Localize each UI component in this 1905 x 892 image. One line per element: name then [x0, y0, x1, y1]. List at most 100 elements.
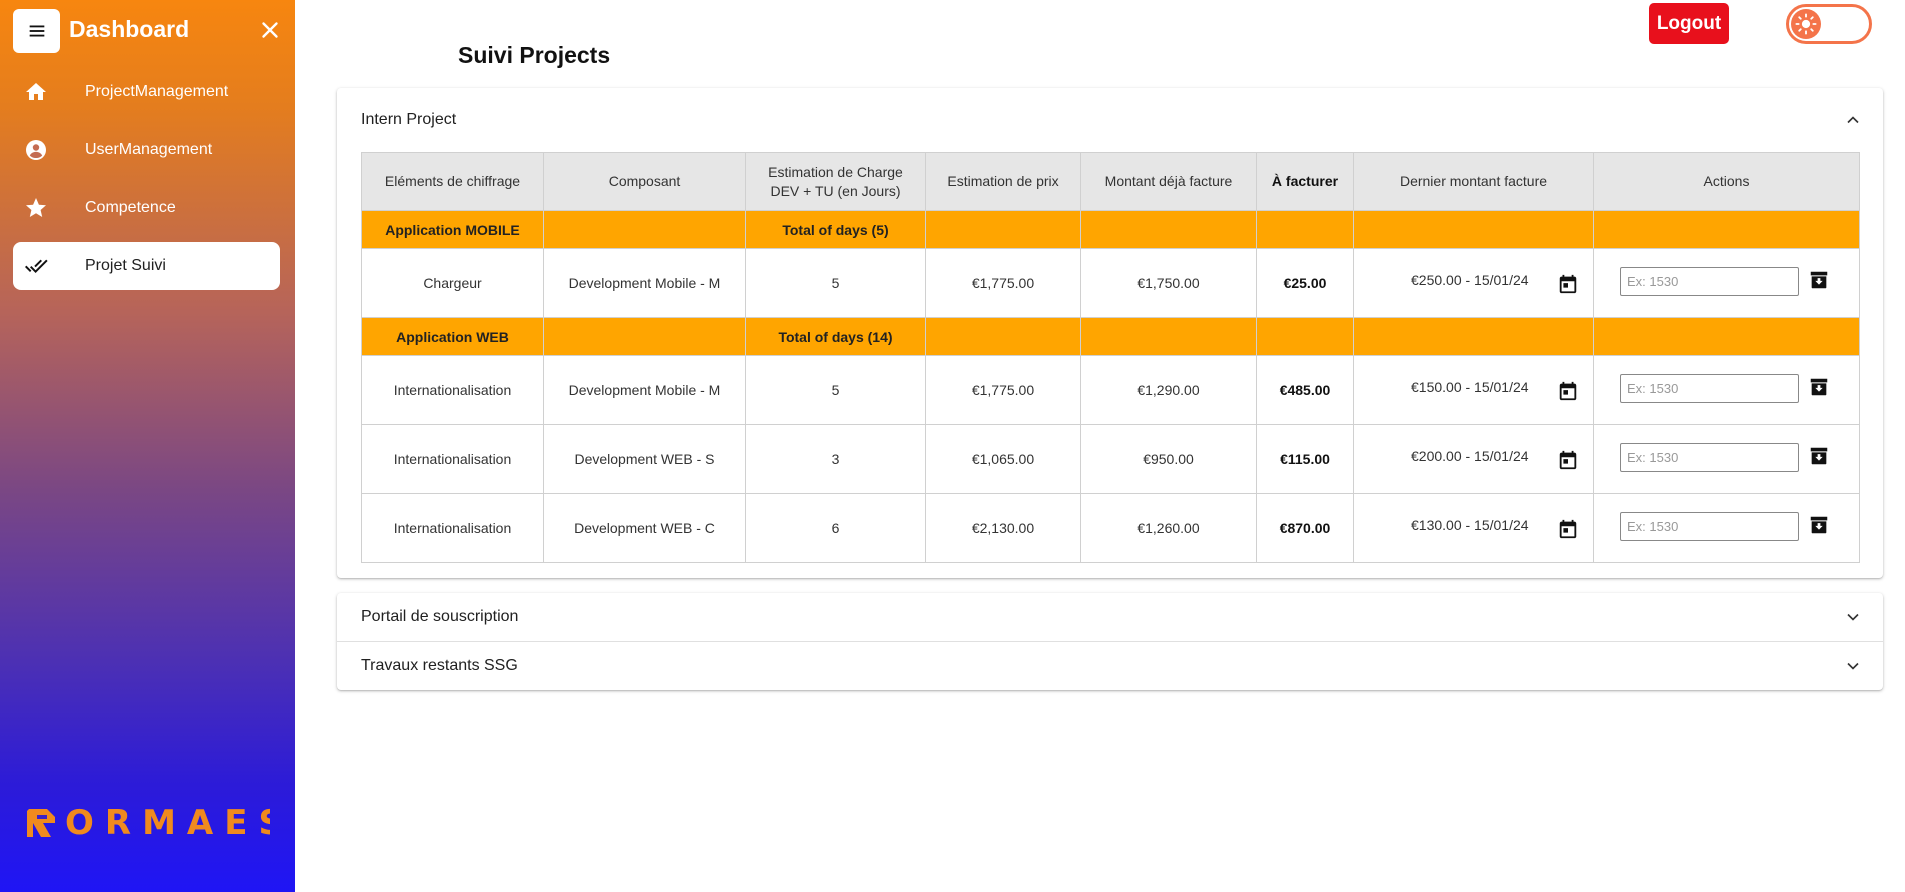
sidebar-item-competence[interactable]: Competence	[13, 184, 280, 232]
table-header-row: Eléments de chiffrage Composant Estimati…	[361, 152, 1860, 211]
cell-actions	[1593, 248, 1860, 318]
column-header: À facturer	[1256, 152, 1354, 211]
panel-title: Travaux restants SSG	[361, 657, 518, 674]
cell-charge: 6	[745, 493, 926, 563]
calendar-icon[interactable]	[1557, 380, 1579, 402]
close-icon[interactable]	[257, 17, 283, 43]
table-row: Internationalisation Development WEB - S…	[361, 424, 1860, 494]
archive-icon[interactable]	[1808, 445, 1830, 467]
panel-header-portail[interactable]: Portail de souscription	[337, 593, 1883, 641]
sidebar-nav: ProjectManagement UserManagement Compete…	[13, 68, 280, 300]
sidebar-item-projet-suivi[interactable]: Projet Suivi	[13, 242, 280, 290]
panel-title: Intern Project	[361, 111, 457, 128]
cell-actions	[1593, 424, 1860, 494]
column-header: Estimation de prix	[925, 152, 1081, 211]
logo-text: ORMAES	[65, 803, 270, 843]
cell-dernier: €150.00 - 15/01/24	[1353, 355, 1594, 425]
sidebar-header: Dashboard	[13, 9, 283, 53]
done-all-icon	[25, 259, 48, 273]
cell-element: Internationalisation	[361, 424, 544, 494]
sidebar-item-label: UserManagement	[85, 141, 213, 158]
sidebar-item-label: Competence	[85, 199, 176, 216]
cell-dernier: €250.00 - 15/01/24	[1353, 248, 1594, 318]
theme-toggle[interactable]	[1786, 4, 1872, 44]
logout-button[interactable]: Logout	[1649, 3, 1729, 44]
cell-prix: €1,775.00	[925, 248, 1081, 318]
cell-dernier: €200.00 - 15/01/24	[1353, 424, 1594, 494]
panel-header-travaux[interactable]: Travaux restants SSG	[337, 642, 1883, 690]
cell-prix: €2,130.00	[925, 493, 1081, 563]
column-header: Eléments de chiffrage	[361, 152, 544, 211]
cell-composant: Development Mobile - M	[543, 248, 746, 318]
column-header: Dernier montant facture	[1353, 152, 1594, 211]
menu-button[interactable]	[13, 9, 60, 53]
cell-element: Chargeur	[361, 248, 544, 318]
sidebar-item-usermanagement[interactable]: UserManagement	[13, 126, 280, 174]
column-header: Composant	[543, 152, 746, 211]
group-row: Application MOBILE Total of days (5)	[361, 210, 1860, 249]
cell-charge: 5	[745, 248, 926, 318]
cell-composant: Development Mobile - M	[543, 355, 746, 425]
menu-icon	[29, 25, 44, 37]
group-name: Application WEB	[361, 317, 544, 356]
sun-icon	[1795, 13, 1817, 35]
column-header: Montant déjà facture	[1080, 152, 1257, 211]
cell-charge: 3	[745, 424, 926, 494]
chevron-down-icon	[1847, 662, 1859, 670]
archive-icon[interactable]	[1808, 514, 1830, 536]
archive-icon[interactable]	[1808, 376, 1830, 398]
dernier-text: €150.00 - 15/01/24	[1411, 379, 1529, 395]
home-icon	[26, 83, 46, 100]
cell-actions	[1593, 493, 1860, 563]
sidebar-item-label: Projet Suivi	[85, 257, 166, 274]
cell-deja: €1,750.00	[1080, 248, 1257, 318]
theme-knob	[1791, 9, 1821, 39]
cell-a-facturer: €115.00	[1256, 424, 1354, 494]
column-header: Estimation de Charge DEV + TU (en Jours)	[745, 152, 926, 211]
archive-icon[interactable]	[1808, 269, 1830, 291]
amount-input[interactable]	[1620, 512, 1799, 541]
group-name: Application MOBILE	[361, 210, 544, 249]
group-total: Total of days (14)	[745, 317, 926, 356]
panel-group-collapsed: Portail de souscription Travaux restants…	[337, 593, 1883, 690]
column-header: Actions	[1593, 152, 1860, 211]
sidebar-item-label: ProjectManagement	[85, 83, 229, 100]
amount-input[interactable]	[1620, 374, 1799, 403]
cell-element: Internationalisation	[361, 493, 544, 563]
calendar-icon[interactable]	[1557, 273, 1579, 295]
cell-deja: €1,260.00	[1080, 493, 1257, 563]
cell-charge: 5	[745, 355, 926, 425]
cell-composant: Development WEB - C	[543, 493, 746, 563]
cell-dernier: €130.00 - 15/01/24	[1353, 493, 1594, 563]
sidebar: Dashboard ProjectManagement UserManageme…	[0, 0, 295, 892]
panel-intern-project: Intern Project Eléments de chiffrage Com…	[337, 88, 1883, 578]
cell-prix: €1,065.00	[925, 424, 1081, 494]
panel-header[interactable]: Intern Project	[337, 88, 1883, 152]
group-row: Application WEB Total of days (14)	[361, 317, 1860, 356]
calendar-icon[interactable]	[1557, 518, 1579, 540]
cell-actions	[1593, 355, 1860, 425]
sidebar-title: Dashboard	[69, 16, 190, 42]
sidebar-item-projectmanagement[interactable]: ProjectManagement	[13, 68, 280, 116]
ormaes-logo: ORMAES	[27, 803, 270, 843]
amount-input[interactable]	[1620, 443, 1799, 472]
dernier-text: €250.00 - 15/01/24	[1411, 272, 1529, 288]
table-row: Chargeur Development Mobile - M 5 €1,775…	[361, 248, 1860, 318]
cell-deja: €950.00	[1080, 424, 1257, 494]
cell-composant: Development WEB - S	[543, 424, 746, 494]
panel-title: Portail de souscription	[361, 608, 519, 625]
dernier-text: €130.00 - 15/01/24	[1411, 517, 1529, 533]
table-row: Internationalisation Development WEB - C…	[361, 493, 1860, 563]
group-total: Total of days (5)	[745, 210, 926, 249]
page-title: Suivi Projects	[458, 42, 611, 68]
cell-element: Internationalisation	[361, 355, 544, 425]
cell-deja: €1,290.00	[1080, 355, 1257, 425]
amount-input[interactable]	[1620, 267, 1799, 296]
chevron-down-icon	[1847, 613, 1859, 621]
star-icon	[26, 198, 46, 217]
cell-a-facturer: €485.00	[1256, 355, 1354, 425]
project-table: Eléments de chiffrage Composant Estimati…	[361, 152, 1860, 563]
table-row: Internationalisation Development Mobile …	[361, 355, 1860, 425]
dernier-text: €200.00 - 15/01/24	[1411, 448, 1529, 464]
calendar-icon[interactable]	[1557, 449, 1579, 471]
